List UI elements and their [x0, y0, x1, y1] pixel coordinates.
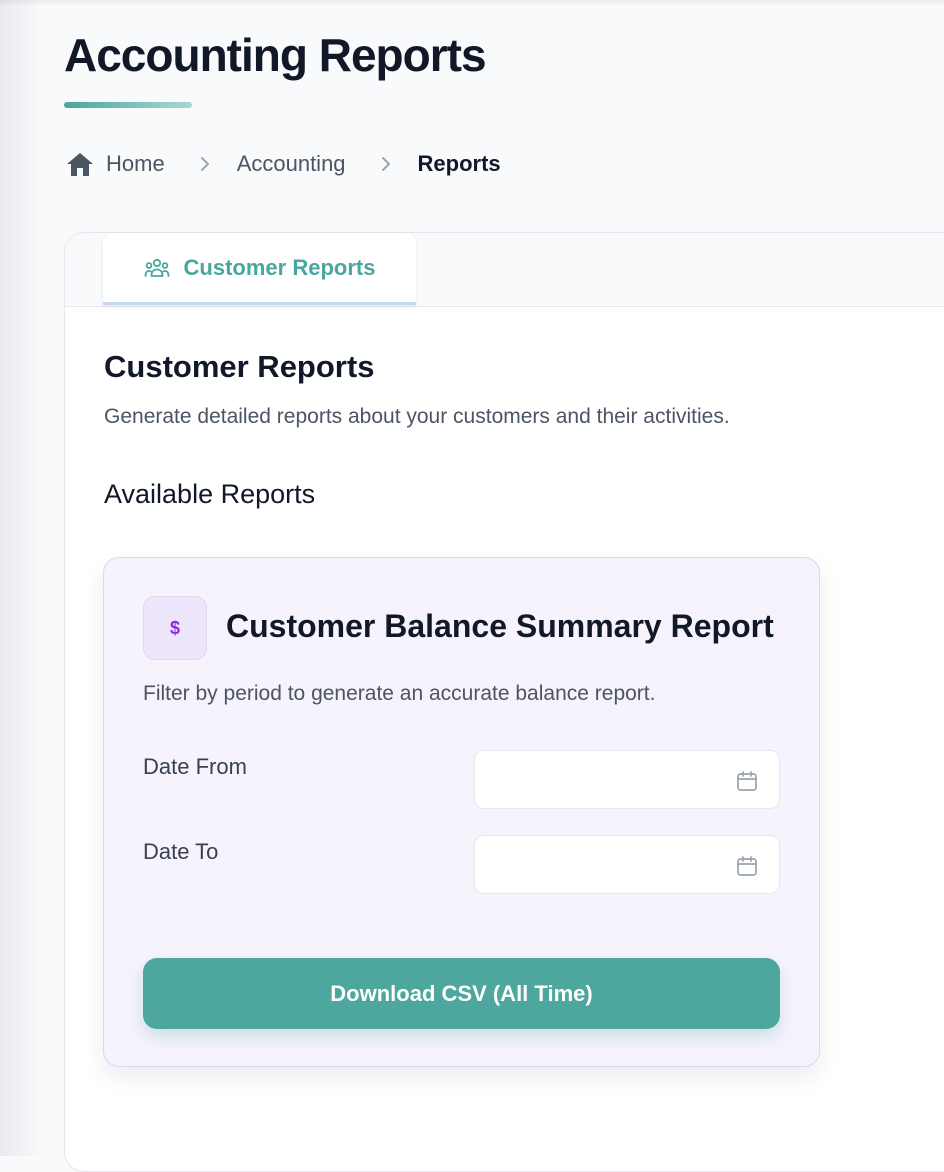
chevron-right-icon: [378, 157, 394, 171]
title-underline: [64, 102, 192, 108]
tab-customer-reports[interactable]: Customer Reports: [103, 233, 416, 305]
date-from-input[interactable]: [474, 750, 780, 809]
reports-panel: Customer Reports Customer Reports Genera…: [64, 232, 944, 1172]
breadcrumb: Home Accounting Reports: [66, 148, 501, 180]
tab-bar: Customer Reports: [65, 233, 944, 307]
page-title: Accounting Reports: [64, 29, 487, 81]
breadcrumb-reports: Reports: [417, 151, 501, 176]
report-card-description: Filter by period to generate an accurate…: [143, 682, 656, 705]
date-to-label: Date To: [143, 839, 219, 864]
report-card-title: Customer Balance Summary Report: [226, 608, 774, 644]
date-from-label: Date From: [143, 754, 247, 779]
users-icon: [144, 257, 170, 279]
section-description: Generate detailed reports about your cus…: [104, 405, 730, 428]
dollar-icon: $: [143, 596, 207, 660]
calendar-icon[interactable]: [735, 769, 759, 793]
breadcrumb-home-label: Home: [106, 151, 165, 176]
available-reports-heading: Available Reports: [104, 479, 316, 509]
chevron-right-icon: [197, 157, 213, 171]
top-edge-shadow: [0, 0, 944, 6]
date-to-input[interactable]: [474, 835, 780, 894]
download-csv-button[interactable]: Download CSV (All Time): [143, 958, 780, 1029]
home-icon: [66, 151, 94, 177]
section-title: Customer Reports: [104, 349, 375, 384]
tab-customer-reports-label: Customer Reports: [183, 254, 376, 280]
report-card-customer-balance: $ Customer Balance Summary Report Filter…: [103, 557, 820, 1067]
calendar-icon[interactable]: [735, 854, 759, 878]
breadcrumb-accounting[interactable]: Accounting: [237, 151, 346, 177]
sidebar-edge: [0, 0, 40, 1156]
breadcrumb-home[interactable]: Home: [66, 151, 165, 177]
